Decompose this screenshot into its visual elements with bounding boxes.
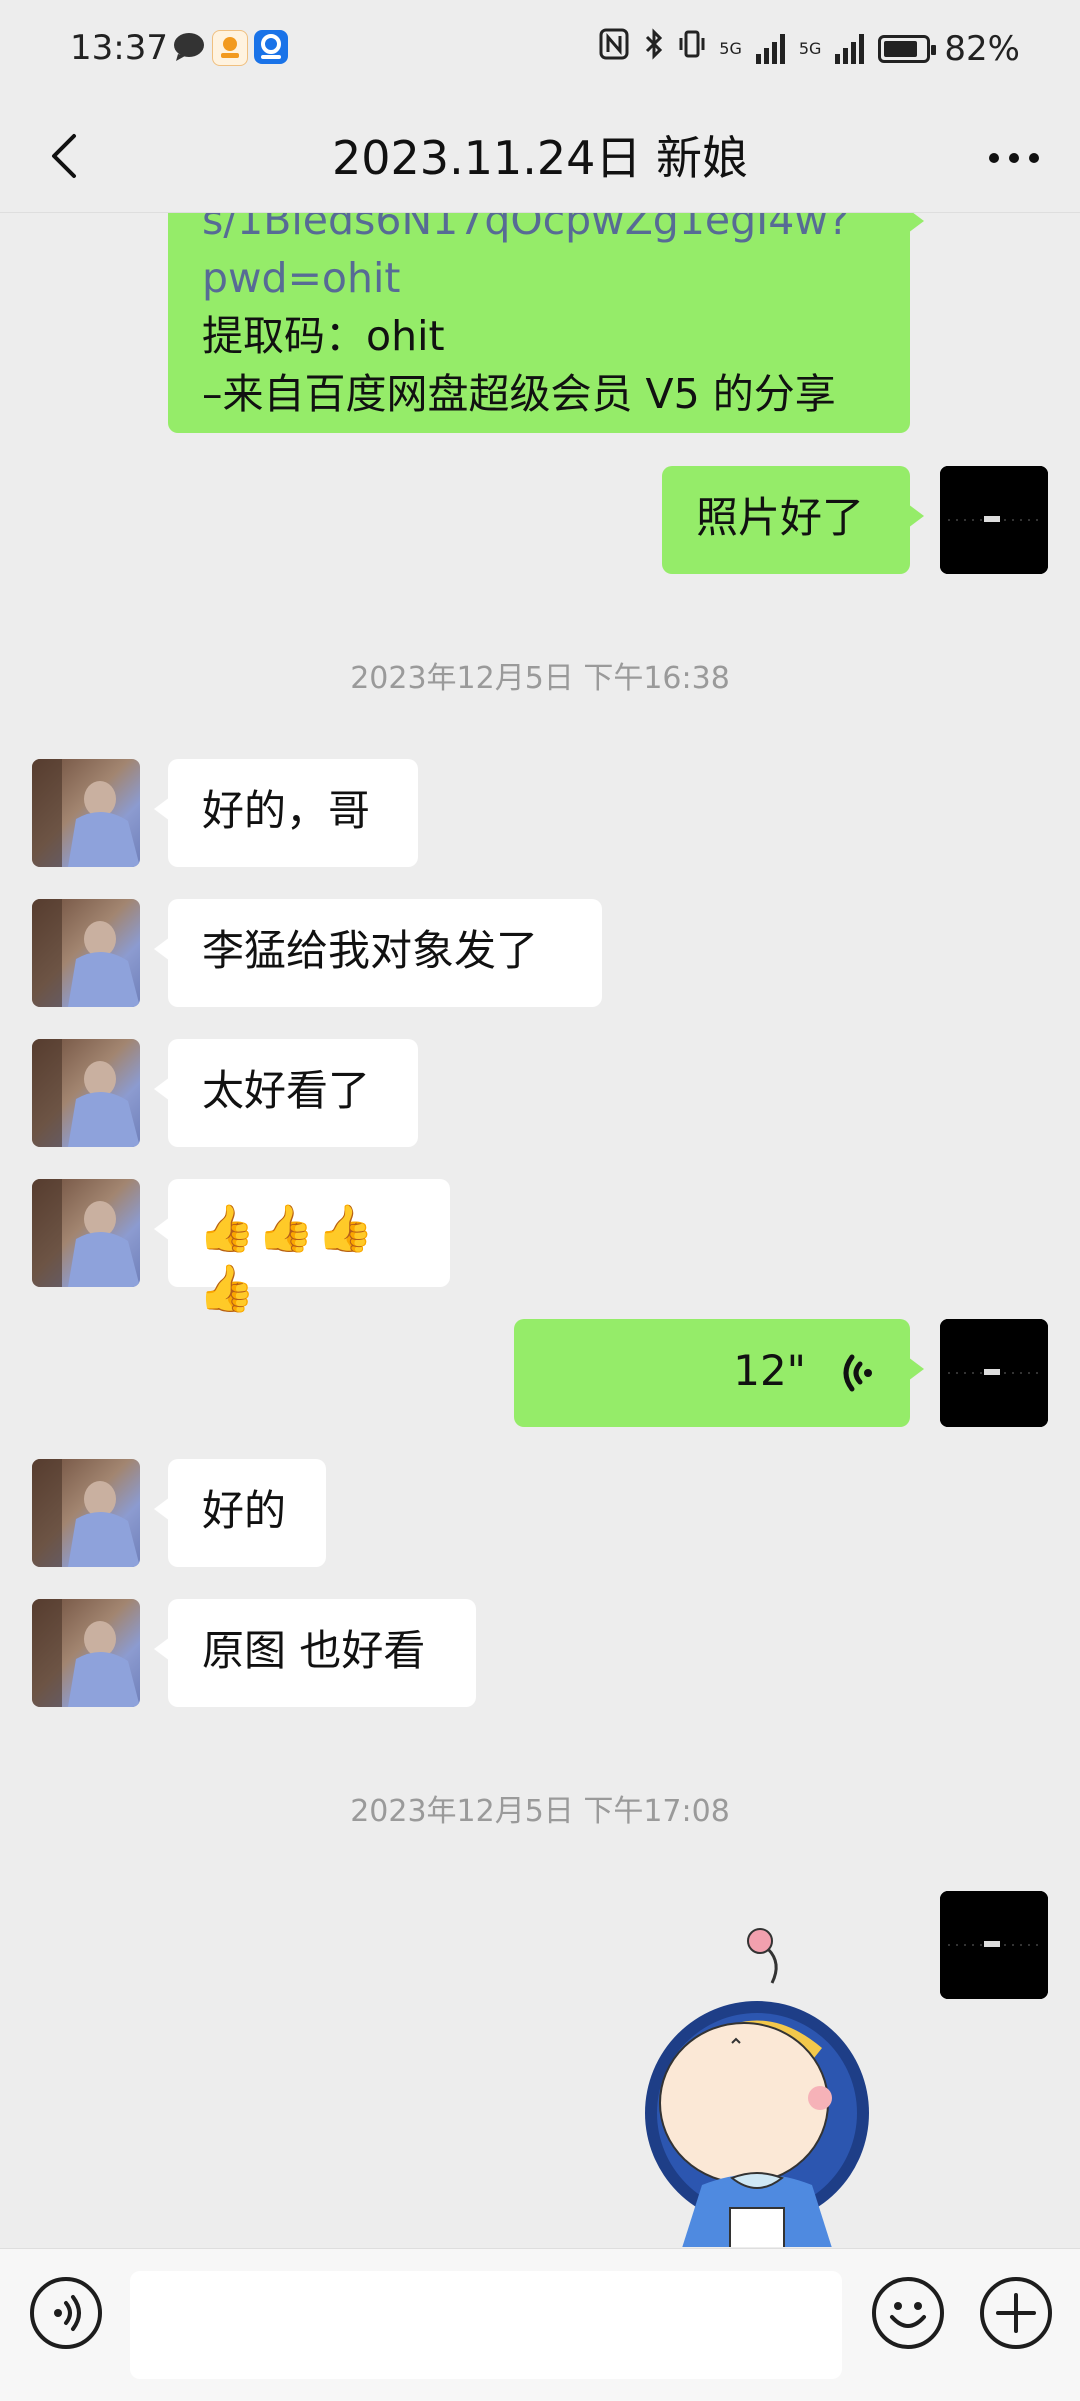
app-icon-orange [212, 30, 248, 66]
message-bubble-contact[interactable]: 好的 [154, 1459, 326, 1567]
share-link-line-2[interactable]: pwd=ohit [202, 249, 876, 307]
voice-icon[interactable] [30, 2277, 102, 2349]
voice-duration: 12" [733, 1346, 806, 1395]
voice-wave-icon [836, 1349, 876, 1412]
message-bubble-contact[interactable]: 👍👍👍👍 [154, 1179, 450, 1315]
nfc-icon [599, 28, 629, 69]
avatar-contact[interactable] [32, 1039, 140, 1147]
page-title: 2023.11.24日 新娘 [332, 131, 748, 185]
message-text: 李猛给我对象发了 [202, 926, 539, 975]
message-text: 照片好了 [696, 493, 865, 542]
plus-icon[interactable] [980, 2277, 1052, 2349]
timestamp: 2023年12月5日 下午16:38 [350, 661, 730, 696]
chat-bubble-icon [172, 30, 206, 64]
input-toolbar [0, 2248, 1080, 2401]
message-text: 原图 也好看 [202, 1626, 426, 1675]
message-text: 太好看了 [202, 1066, 371, 1115]
signal-bars-2-icon [835, 33, 865, 64]
message-input[interactable] [130, 2271, 842, 2379]
avatar-contact[interactable] [32, 1459, 140, 1567]
timestamp: 2023年12月5日 下午17:08 [350, 1794, 730, 1829]
avatar-self[interactable] [940, 466, 1048, 574]
share-link-line-1[interactable]: s/1Bleds6N17qOcpwZg1egI4w? [202, 213, 876, 249]
message-bubble-contact[interactable]: 太好看了 [154, 1039, 418, 1147]
vibrate-icon [679, 28, 705, 69]
app-icon-blue [254, 30, 288, 64]
battery-icon [878, 34, 937, 63]
battery-percent: 82% [944, 28, 1020, 69]
message-bubble-contact[interactable]: 李猛给我对象发了 [154, 899, 602, 1007]
message-text: 好的 [202, 1486, 287, 1535]
sticker-cartoon-image[interactable] [632, 1923, 882, 2247]
avatar-contact[interactable] [32, 1599, 140, 1707]
avatar-self[interactable] [940, 1891, 1048, 1999]
message-bubble-mine[interactable]: 照片好了 [662, 466, 924, 574]
status-right: 5G 5G 82% [599, 28, 1020, 69]
avatar-contact[interactable] [32, 1179, 140, 1287]
message-bubble-share-link[interactable]: s/1Bleds6N17qOcpwZg1egI4w? pwd=ohit 提取码：… [168, 213, 924, 433]
chat-area[interactable]: s/1Bleds6N17qOcpwZg1egI4w? pwd=ohit 提取码：… [0, 213, 1080, 2247]
message-text: 好的，哥 [202, 786, 371, 835]
more-dots-icon[interactable] [984, 130, 1044, 186]
emoji-icon[interactable] [872, 2277, 944, 2349]
message-bubble-contact[interactable]: 原图 也好看 [154, 1599, 476, 1707]
voice-message-bubble[interactable]: 12" [514, 1319, 924, 1427]
share-source-text: –来自百度网盘超级会员 V5 的分享 [202, 370, 836, 418]
avatar-self[interactable] [940, 1319, 1048, 1427]
status-bar: 13:37 5G 5G 82% [0, 0, 1080, 100]
extraction-code-text: 提取码：ohit [202, 312, 445, 360]
avatar-contact[interactable] [32, 899, 140, 1007]
network-5g-2: 5G [798, 38, 822, 58]
thumbs-up-emoji-text: 👍👍👍👍 [198, 1201, 376, 1315]
chat-header: 2023.11.24日 新娘 [0, 100, 1080, 213]
avatar-contact[interactable] [32, 759, 140, 867]
network-5g-1: 5G [719, 38, 742, 58]
bluetooth-icon [643, 28, 665, 69]
message-bubble-contact[interactable]: 好的，哥 [154, 759, 418, 867]
status-time: 13:37 [70, 28, 168, 68]
signal-bars-1-icon [755, 33, 785, 64]
